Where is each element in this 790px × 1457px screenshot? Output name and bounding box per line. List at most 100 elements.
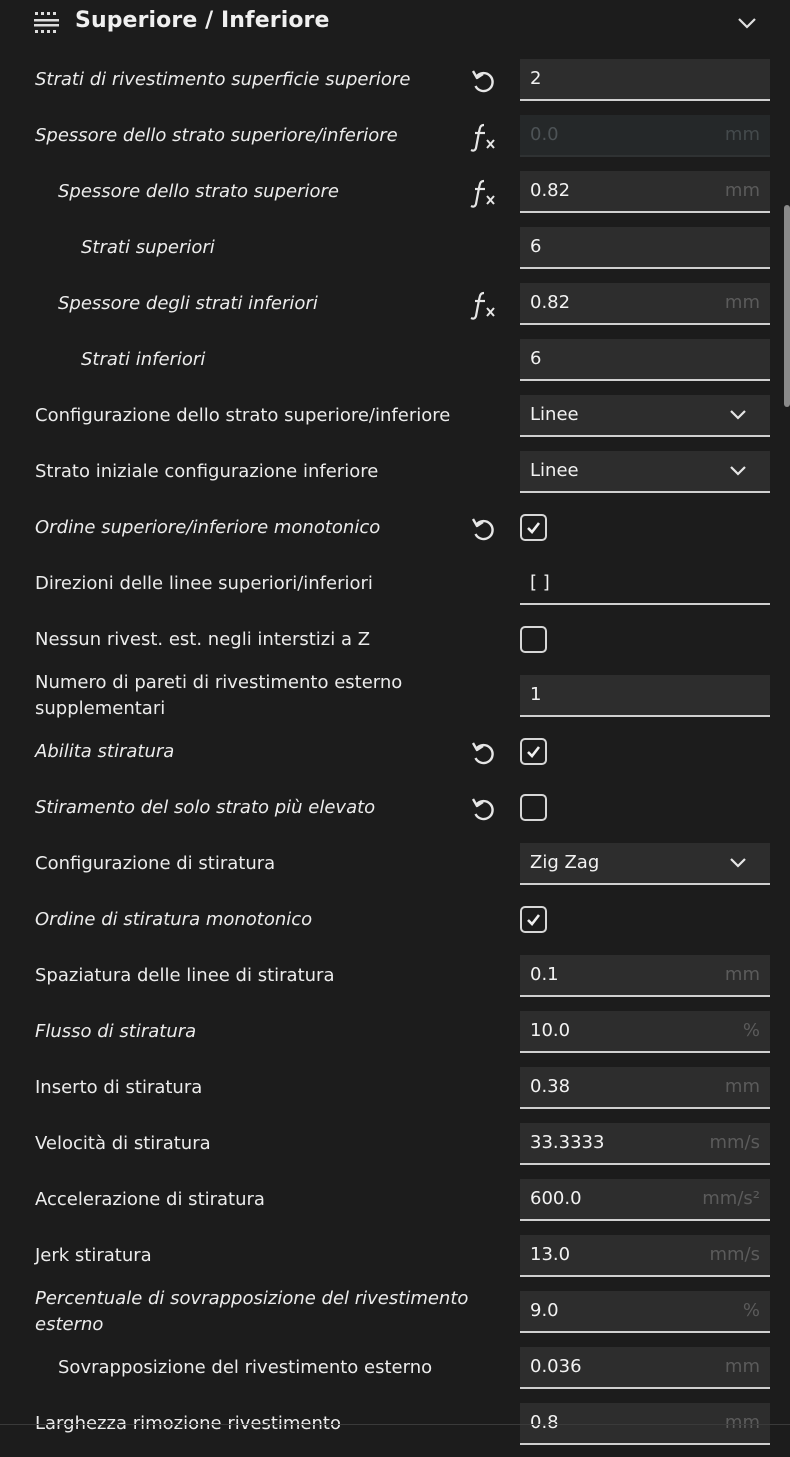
input-value: 0.036 — [530, 1356, 582, 1377]
setting-label: Flusso di stiratura — [35, 1021, 197, 1042]
input-unit: mm/s — [709, 1132, 760, 1153]
setting-row-skin-overlap: Sovrapposizione del rivestimento esterno… — [0, 1345, 782, 1401]
reset-icon[interactable] — [468, 794, 498, 824]
setting-row-ironing-speed: Velocità di stiratura 33.3333 mm/s — [0, 1121, 782, 1177]
input-unit: mm — [724, 1356, 760, 1377]
setting-row-no-skin-z-gaps: Nessun rivest. est. negli interstizi a Z — [0, 617, 782, 673]
setting-checkbox-checked[interactable] — [520, 906, 547, 933]
setting-label: Strati di rivestimento superficie superi… — [35, 69, 411, 90]
input-unit: mm — [724, 1076, 760, 1097]
setting-input[interactable]: 10.0 % — [520, 1011, 770, 1053]
input-unit: mm — [724, 180, 760, 201]
setting-label: Direzioni delle linee superiori/inferior… — [35, 573, 373, 594]
setting-input[interactable]: 0.82 mm — [520, 171, 770, 213]
setting-label: Velocità di stiratura — [35, 1133, 211, 1154]
scrollbar-thumb[interactable] — [784, 205, 790, 407]
input-value: 6 — [530, 348, 542, 369]
setting-row-skin-removal-width: Larghezza rimozione rivestimento 0.8 mm — [0, 1401, 782, 1457]
reset-icon[interactable] — [468, 66, 498, 96]
setting-input[interactable]: 0.1 mm — [520, 955, 770, 997]
panel-bottom-divider — [0, 1424, 790, 1425]
input-value: 0.1 — [530, 964, 559, 985]
setting-label: Ordine superiore/inferiore monotonico — [35, 517, 381, 538]
function-icon[interactable] — [468, 122, 498, 152]
setting-checkbox-unchecked[interactable] — [520, 794, 547, 821]
input-value: 13.0 — [530, 1244, 571, 1265]
input-value: 600.0 — [530, 1188, 582, 1209]
setting-label: Nessun rivest. est. negli interstizi a Z — [35, 629, 371, 650]
input-unit: % — [742, 1020, 760, 1041]
reset-icon[interactable] — [468, 738, 498, 768]
setting-row-iron-only-highest: Stiramento del solo strato più elevato — [0, 785, 782, 841]
section-header[interactable]: Superiore / Inferiore — [0, 0, 790, 46]
setting-checkbox-unchecked[interactable] — [520, 626, 547, 653]
setting-label: Percentuale di sovrapposizione del rives… — [35, 1288, 469, 1335]
setting-row-monotonic-top-bottom: Ordine superiore/inferiore monotonico — [0, 505, 782, 561]
input-value: 1 — [530, 684, 542, 705]
setting-label: Abilita stiratura — [35, 741, 175, 762]
setting-input[interactable]: 0.82 mm — [520, 283, 770, 325]
setting-input[interactable]: 9.0 % — [520, 1291, 770, 1333]
collapse-chevron-icon[interactable] — [736, 14, 758, 32]
setting-label: Inserto di stiratura — [35, 1077, 203, 1098]
setting-row-roofing-layer-count: Strati di rivestimento superficie superi… — [0, 57, 782, 113]
setting-label: Strati inferiori — [81, 349, 206, 370]
input-value: 0.8 — [530, 1412, 559, 1433]
input-value: 2 — [530, 68, 542, 89]
reset-icon[interactable] — [468, 514, 498, 544]
setting-input[interactable]: 2 — [520, 59, 770, 101]
setting-dropdown[interactable]: Linee — [520, 451, 770, 493]
setting-label: Numero di pareti di rivestimento esterno… — [35, 672, 403, 719]
setting-row-line-directions: Direzioni delle linee superiori/inferior… — [0, 561, 782, 617]
setting-row-skin-overlap-percent: Percentuale di sovrapposizione del rives… — [0, 1288, 782, 1345]
input-value: 0.38 — [530, 1076, 571, 1097]
setting-label: Accelerazione di stiratura — [35, 1189, 265, 1210]
setting-row-enable-ironing: Abilita stiratura — [0, 729, 782, 785]
input-unit: mm/s² — [702, 1188, 760, 1209]
chevron-down-icon — [730, 858, 746, 868]
setting-input[interactable]: 600.0 mm/s² — [520, 1179, 770, 1221]
setting-label: Stiramento del solo strato più elevato — [35, 797, 376, 818]
input-value: 9.0 — [530, 1300, 559, 1321]
setting-row-top-bottom-pattern: Configurazione dello strato superiore/in… — [0, 393, 782, 449]
checkmark-icon — [527, 522, 541, 534]
function-icon[interactable] — [468, 290, 498, 320]
setting-input[interactable]: 6 — [520, 339, 770, 381]
function-icon[interactable] — [468, 178, 498, 208]
setting-row-ironing-inset: Inserto di stiratura 0.38 mm — [0, 1065, 782, 1121]
setting-row-initial-bottom-pattern: Strato iniziale configurazione inferiore… — [0, 449, 782, 505]
setting-row-ironing-pattern: Configurazione di stiratura Zig Zag — [0, 841, 782, 897]
chevron-down-icon — [730, 466, 746, 476]
setting-label: Strati superiori — [81, 237, 215, 258]
setting-checkbox-checked[interactable] — [520, 738, 547, 765]
top-bottom-layers-icon — [34, 12, 59, 33]
setting-text-input[interactable]: [ ] — [520, 563, 770, 605]
setting-row-ironing-acceleration: Accelerazione di stiratura 600.0 mm/s² — [0, 1177, 782, 1233]
setting-dropdown[interactable]: Zig Zag — [520, 843, 770, 885]
input-value: 33.3333 — [530, 1132, 605, 1153]
dropdown-value: Linee — [530, 460, 579, 481]
setting-row-ironing-line-spacing: Spaziatura delle linee di stiratura 0.1 … — [0, 953, 782, 1009]
setting-input[interactable]: 0.036 mm — [520, 1347, 770, 1389]
setting-input[interactable]: 33.3333 mm/s — [520, 1123, 770, 1165]
setting-label: Ordine di stiratura monotonico — [35, 909, 313, 930]
input-value: 10.0 — [530, 1020, 571, 1041]
input-unit: % — [742, 1300, 760, 1321]
input-value: 0.82 — [530, 180, 571, 201]
dropdown-value: Zig Zag — [530, 852, 600, 873]
setting-input[interactable]: 6 — [520, 227, 770, 269]
input-value: 0.82 — [530, 292, 571, 313]
setting-row-bottom-layers: Strati inferiori 6 — [0, 337, 782, 393]
setting-input[interactable]: 13.0 mm/s — [520, 1235, 770, 1277]
setting-input-disabled: 0.0 mm — [520, 115, 770, 157]
setting-checkbox-checked[interactable] — [520, 514, 547, 541]
setting-dropdown[interactable]: Linee — [520, 395, 770, 437]
setting-row-top-layers: Strati superiori 6 — [0, 225, 782, 281]
setting-row-top-thickness: Spessore dello strato superiore 0.82 mm — [0, 169, 782, 225]
setting-input[interactable]: 1 — [520, 675, 770, 717]
input-unit: mm — [724, 1412, 760, 1433]
setting-label: Spessore dello strato superiore — [58, 181, 339, 202]
checkmark-icon — [527, 914, 541, 926]
input-unit: mm/s — [709, 1244, 760, 1265]
setting-input[interactable]: 0.38 mm — [520, 1067, 770, 1109]
